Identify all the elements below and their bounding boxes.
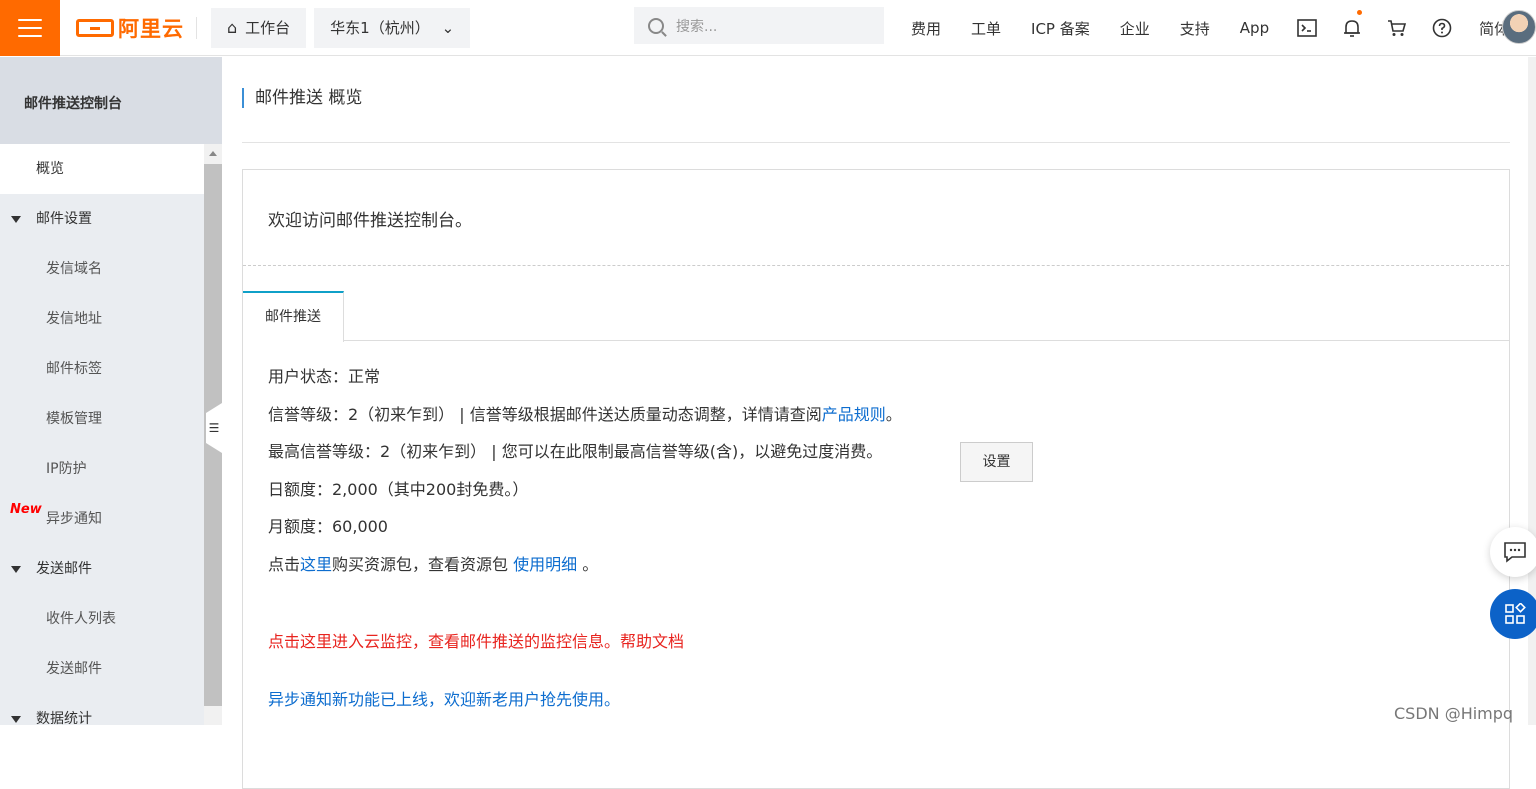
region-label: 华东1（杭州） (330, 19, 430, 37)
terminal-icon[interactable] (1284, 0, 1329, 56)
link-billing[interactable]: 费用 (896, 18, 956, 39)
bell-icon[interactable] (1329, 0, 1374, 56)
tab-mail-push[interactable]: 邮件推送 (243, 291, 344, 342)
main-content: 邮件推送 概览 欢迎访问邮件推送控制台。 邮件推送 用户状态：正常 信誉等级：2… (242, 57, 1510, 789)
logo-text: 阿里云 (118, 16, 184, 41)
scroll-up-icon[interactable] (209, 151, 217, 156)
sidebar-item-recipient-list[interactable]: 收件人列表 (0, 594, 204, 644)
chat-button[interactable] (1490, 527, 1536, 577)
avatar[interactable] (1502, 10, 1536, 44)
sidebar-group-statistics[interactable]: 数据统计 (0, 694, 204, 744)
sidebar-item-overview[interactable]: 概览 (0, 144, 204, 194)
credit-level: 信誉等级：2（初来乍到） | 信誉等级根据邮件送达质量动态调整，详情请查阅产品规… (268, 404, 902, 442)
apps-button[interactable] (1490, 589, 1536, 639)
watermark: CSDN @Himpq (1394, 704, 1514, 723)
menu-icon-line (18, 26, 42, 29)
buy-here-link[interactable]: 这里 (300, 555, 332, 574)
sidebar-item-mail-tags[interactable]: 邮件标签 (0, 344, 204, 394)
sidebar-group-mail-settings[interactable]: 邮件设置 (0, 194, 204, 244)
cart-icon[interactable] (1374, 0, 1419, 56)
welcome-text: 欢迎访问邮件推送控制台。 (243, 170, 1509, 266)
divider (242, 142, 1510, 143)
credit-level-text: 信誉等级：2（初来乍到） | 信誉等级根据邮件送达质量动态调整，详情请查阅 (268, 404, 822, 424)
tab-bar: 邮件推送 (243, 291, 1509, 342)
help-icon[interactable] (1419, 0, 1464, 56)
sidebar-item-send-mail[interactable]: 发送邮件 (0, 644, 204, 694)
sidebar-item-sender-address[interactable]: 发信地址 (0, 294, 204, 344)
sidebar-menu: 概览 邮件设置 发信域名 发信地址 邮件标签 模板管理 IP防护 New 异步通… (0, 144, 204, 744)
link-icp[interactable]: ICP 备案 (1016, 18, 1105, 39)
new-badge: New (10, 502, 42, 517)
search-icon (648, 17, 664, 34)
chevron-down-icon: ⌄ (441, 18, 455, 37)
buy-suffix: 。 (577, 554, 599, 574)
sidebar-item-async-notify[interactable]: New 异步通知 (0, 494, 204, 544)
overview-panel: 欢迎访问邮件推送控制台。 邮件推送 用户状态：正常 信誉等级：2（初来乍到） |… (242, 169, 1510, 789)
sidebar-item-templates[interactable]: 模板管理 (0, 394, 204, 444)
sidebar-title: 邮件推送控制台 (0, 57, 222, 144)
search-input[interactable]: 搜索... (634, 7, 884, 44)
async-notify-announcement[interactable]: 异步通知新功能已上线，欢迎新老用户抢先使用。 (268, 686, 620, 710)
buy-middle: 购买资源包，查看资源包 (332, 554, 514, 574)
account-info: 用户状态：正常 信誉等级：2（初来乍到） | 信誉等级根据邮件送达质量动态调整，… (268, 366, 902, 591)
menu-icon-line (18, 18, 42, 21)
notification-dot (1357, 10, 1363, 15)
buy-prefix: 点击 (268, 554, 301, 574)
sidebar-item-label: 异步通知 (46, 511, 102, 527)
home-icon: ⌂ (227, 18, 238, 37)
product-rules-link[interactable]: 产品规则 (822, 405, 886, 424)
user-status: 用户状态：正常 (268, 367, 381, 386)
sidebar: 邮件推送控制台 概览 邮件设置 发信域名 发信地址 邮件标签 模板管理 IP防护… (0, 57, 222, 727)
page-title: 邮件推送 概览 (242, 88, 362, 108)
divider (196, 16, 197, 39)
chat-icon (1504, 542, 1526, 563)
max-credit-level: 最高信誉等级：2（初来乍到） | 您可以在此限制最高信誉等级(含)，以避免过度消… (268, 442, 883, 461)
menu-icon-line (18, 34, 42, 37)
cloud-monitor-link[interactable]: 点击这里进入云监控，查看邮件推送的监控信息。帮助文档 (268, 628, 684, 652)
monthly-quota: 月额度：60,000 (268, 517, 388, 536)
link-support[interactable]: 支持 (1165, 18, 1225, 39)
workbench-button[interactable]: ⌂ 工作台 (211, 7, 307, 48)
collapse-icon: ☰ (208, 421, 220, 435)
sidebar-item-sender-domain[interactable]: 发信域名 (0, 244, 204, 294)
link-enterprise[interactable]: 企业 (1105, 18, 1165, 39)
credit-level-suffix: 。 (885, 404, 902, 424)
top-links: 费用 工单 ICP 备案 企业 支持 App 简体 (896, 0, 1524, 56)
aliyun-logo[interactable]: 阿里云 (76, 0, 196, 56)
link-tickets[interactable]: 工单 (956, 18, 1016, 39)
resource-pack-line: 点击这里购买资源包，查看资源包 使用明细 。 (268, 554, 902, 592)
usage-details-link[interactable]: 使用明细 (513, 555, 577, 574)
sidebar-group-send-mail[interactable]: 发送邮件 (0, 544, 204, 594)
daily-quota: 日额度：2,000（其中200封免费。） (268, 479, 529, 499)
set-max-level-button[interactable]: 设置 (960, 442, 1033, 482)
apps-icon (1505, 603, 1526, 624)
region-selector[interactable]: 华东1（杭州） ⌄ (314, 7, 471, 48)
aliyun-logo-icon (76, 18, 114, 37)
link-app[interactable]: App (1225, 19, 1284, 37)
hamburger-menu-button[interactable] (0, 0, 60, 56)
workbench-label: 工作台 (245, 19, 291, 37)
search-placeholder: 搜索... (676, 18, 718, 35)
